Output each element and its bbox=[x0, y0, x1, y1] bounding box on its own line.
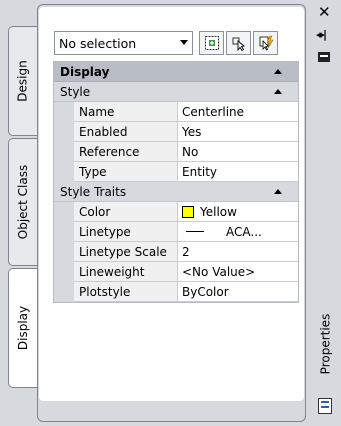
group-label: Style bbox=[60, 84, 91, 99]
property-value[interactable]: Yes bbox=[178, 122, 298, 142]
property-value-color[interactable]: Yellow bbox=[178, 202, 298, 222]
property-row[interactable]: Linetype Scale 2 bbox=[54, 242, 298, 262]
row-gutter bbox=[54, 102, 74, 122]
category-label: Display bbox=[60, 64, 110, 79]
property-row[interactable]: Reference No bbox=[54, 142, 298, 162]
property-grid: Display Style Name Centerline Enabled Ye… bbox=[53, 61, 299, 303]
row-gutter bbox=[54, 122, 74, 142]
menu-icon[interactable] bbox=[318, 52, 330, 62]
property-name: Color bbox=[74, 202, 178, 222]
tab-display[interactable]: Display bbox=[8, 268, 38, 388]
property-name: Plotstyle bbox=[74, 282, 178, 302]
property-value-linetype[interactable]: ACA... bbox=[178, 222, 298, 242]
property-row[interactable]: Plotstyle ByColor bbox=[54, 282, 298, 302]
quick-select-icon bbox=[259, 35, 274, 51]
group-header-style[interactable]: Style bbox=[54, 82, 298, 102]
row-gutter bbox=[54, 162, 74, 182]
property-row[interactable]: Color Yellow bbox=[54, 202, 298, 222]
color-swatch-icon bbox=[182, 205, 194, 218]
property-row[interactable]: Linetype ACA... bbox=[54, 222, 298, 242]
selection-value: No selection bbox=[59, 35, 137, 51]
property-value[interactable]: <No Value> bbox=[178, 262, 298, 282]
tab-object-class[interactable]: Object Class bbox=[8, 138, 38, 266]
property-name: Enabled bbox=[74, 122, 178, 142]
palette-title-label: Properties bbox=[318, 313, 332, 375]
chevron-down-icon bbox=[180, 40, 188, 45]
tab-design-label: Design bbox=[16, 60, 30, 102]
property-value[interactable]: Centerline bbox=[178, 102, 298, 122]
properties-icon[interactable] bbox=[318, 398, 332, 414]
collapse-caret-icon[interactable] bbox=[274, 69, 282, 74]
property-value[interactable]: ByColor bbox=[178, 282, 298, 302]
tab-display-label: Display bbox=[16, 305, 31, 351]
row-gutter bbox=[54, 262, 74, 282]
tab-object-class-label: Object Class bbox=[16, 164, 30, 240]
property-name: Name bbox=[74, 102, 178, 122]
selection-dropdown[interactable]: No selection bbox=[54, 31, 193, 55]
property-value[interactable]: Entity bbox=[178, 162, 298, 182]
autohide-icon[interactable]: ◂▸| bbox=[316, 28, 327, 41]
group-header-style-traits[interactable]: Style Traits bbox=[54, 182, 298, 202]
row-gutter bbox=[54, 282, 74, 302]
toggle-pickadd-icon bbox=[204, 36, 219, 50]
main-frame: No selection Display Style Name Centerli… bbox=[37, 4, 306, 422]
row-gutter bbox=[54, 202, 74, 222]
color-value: Yellow bbox=[200, 204, 237, 219]
property-name: Linetype Scale bbox=[74, 242, 178, 262]
property-row[interactable]: Type Entity bbox=[54, 162, 298, 182]
toggle-pickadd-button[interactable] bbox=[199, 31, 224, 55]
palette-title-bar: ✕ ◂▸| Properties bbox=[308, 0, 341, 426]
collapse-caret-icon[interactable] bbox=[274, 89, 282, 94]
group-label: Style Traits bbox=[60, 184, 127, 199]
property-name: Linetype bbox=[74, 222, 178, 242]
property-row[interactable]: Enabled Yes bbox=[54, 122, 298, 142]
select-objects-icon bbox=[232, 37, 245, 51]
property-name: Lineweight bbox=[74, 262, 178, 282]
collapse-caret-icon[interactable] bbox=[274, 189, 282, 194]
row-gutter bbox=[54, 142, 74, 162]
property-row[interactable]: Name Centerline bbox=[54, 102, 298, 122]
linetype-value: ACA... bbox=[226, 224, 262, 239]
tab-design[interactable]: Design bbox=[8, 26, 38, 136]
property-name: Type bbox=[74, 162, 178, 182]
row-gutter bbox=[54, 242, 74, 262]
select-objects-button[interactable] bbox=[226, 31, 251, 55]
close-icon[interactable]: ✕ bbox=[318, 3, 331, 21]
content-area: No selection Display Style Name Centerli… bbox=[39, 7, 304, 401]
property-row[interactable]: Lineweight <No Value> bbox=[54, 262, 298, 282]
properties-palette: Design Object Class Display No selection bbox=[0, 0, 341, 426]
linetype-preview-icon bbox=[186, 231, 204, 232]
quick-select-button[interactable] bbox=[253, 31, 278, 55]
category-header-display[interactable]: Display bbox=[54, 62, 298, 82]
property-value[interactable]: No bbox=[178, 142, 298, 162]
property-value[interactable]: 2 bbox=[178, 242, 298, 262]
property-name: Reference bbox=[74, 142, 178, 162]
row-gutter bbox=[54, 222, 74, 242]
palette-title: Properties bbox=[310, 300, 340, 388]
